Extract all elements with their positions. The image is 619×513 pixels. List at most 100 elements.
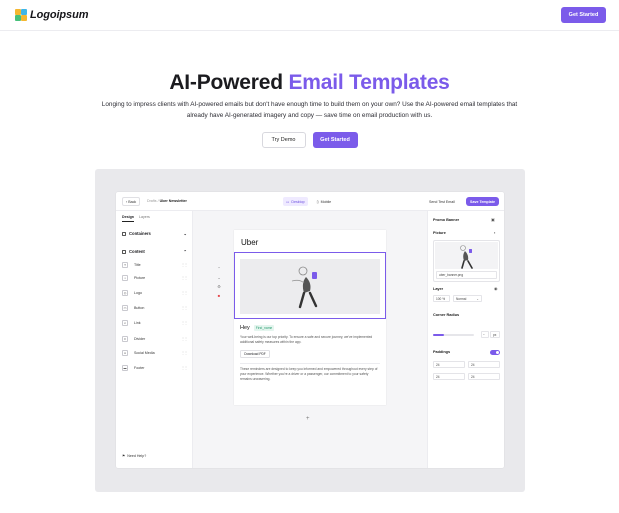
containers-icon	[122, 231, 126, 236]
content-item-label: Footer	[134, 365, 145, 370]
tab-layers[interactable]: Layers	[139, 215, 150, 222]
download-pdf-button[interactable]: Download PDF	[240, 350, 270, 358]
opacity-unit: %	[442, 296, 446, 301]
chevron-down-icon: ⌄	[183, 231, 187, 236]
corner-radius-field[interactable]: px	[490, 331, 500, 338]
flag-icon: ⚑	[122, 454, 126, 458]
hero-title-part2: Email Templates	[288, 71, 450, 94]
panel-title: Promo Banner	[433, 218, 460, 222]
chevron-down-icon: ⌄	[476, 296, 479, 301]
drag-handle-icon[interactable]: ⋮⋮	[181, 320, 188, 325]
back-label: Back	[128, 199, 137, 204]
content-item-label: Button	[134, 305, 145, 310]
content-item-footer[interactable]: ▬ Footer ⋮⋮	[122, 361, 188, 374]
thumbnail-illustration	[460, 245, 473, 269]
breadcrumb-current: Uber Newsletter	[159, 199, 187, 203]
corner-radius-decrement[interactable]: −	[481, 331, 489, 338]
visibility-icon[interactable]: ◉	[494, 286, 498, 291]
desktop-icon: ▭	[286, 199, 290, 204]
device-mobile-button[interactable]: ▯ Mobile	[314, 197, 335, 206]
add-block-icon[interactable]: +	[306, 416, 310, 422]
collapse-panel-icon[interactable]: ▣	[491, 217, 495, 222]
email-divider	[240, 363, 380, 364]
email-footer-text[interactable]: These reminders are designed to keep you…	[240, 367, 380, 381]
hero-title-part1: AI-Powered	[169, 71, 283, 94]
padding-top-field[interactable]: 24	[433, 361, 465, 368]
blend-mode-value: Normal	[456, 296, 467, 301]
header-get-started-button[interactable]: Get Started	[561, 7, 606, 23]
content-item-title[interactable]: T Title ⋮⋮	[122, 258, 188, 271]
picture-icon: ▪	[122, 274, 128, 281]
divider-icon: ≡	[122, 335, 128, 342]
hero-get-started-button[interactable]: Get Started	[312, 132, 358, 148]
padding-top-value: 24	[436, 362, 440, 367]
block-toolbar: ⌃ ⌄ ⚙ ■	[215, 267, 223, 298]
need-help-link[interactable]: ⚑ Need Help?	[122, 454, 146, 458]
content-item-link[interactable]: ∞ Link ⋮⋮	[122, 316, 188, 329]
content-item-picture[interactable]: ▪ Picture ⋮⋮	[122, 271, 188, 284]
corner-radius-slider[interactable]	[433, 334, 474, 336]
breadcrumb-parent[interactable]: Drafts /	[147, 199, 159, 203]
content-item-label: Logo	[134, 290, 142, 295]
corner-radius-slider-fill	[433, 334, 444, 336]
content-item-label: Title	[134, 262, 141, 267]
save-template-button[interactable]: Save Template	[466, 197, 499, 206]
greeting-text[interactable]: Hey	[240, 325, 250, 331]
drag-handle-icon[interactable]: ⋮⋮	[181, 290, 188, 295]
content-section-header[interactable]: Content ⌃	[122, 249, 187, 254]
title-icon: T	[122, 261, 128, 268]
tab-design[interactable]: Design	[122, 215, 134, 222]
content-label: Content	[129, 249, 145, 254]
content-item-social-media[interactable]: ♦ Social Media ⋮⋮	[122, 346, 188, 359]
delete-icon[interactable]: ■	[218, 294, 220, 298]
drag-handle-icon[interactable]: ⋮⋮	[181, 305, 188, 310]
corner-radius-label: Corner Radius	[433, 313, 460, 317]
drag-handle-icon[interactable]: ⋮⋮	[181, 262, 188, 267]
trash-icon[interactable]: ▪	[494, 230, 495, 235]
content-item-button[interactable]: ▭ Button ⋮⋮	[122, 301, 188, 314]
email-canvas: ⌃ ⌄ ⚙ ■ Uber Hey First_name Your well-be…	[193, 211, 427, 468]
email-body-text[interactable]: Your well-being is our top priority. To …	[240, 335, 380, 345]
padding-left-field[interactable]: 24	[468, 373, 500, 380]
content-item-logo[interactable]: ◎ Logo ⋮⋮	[122, 286, 188, 299]
try-demo-button[interactable]: Try Demo	[261, 132, 306, 148]
drag-handle-icon[interactable]: ⋮⋮	[181, 365, 188, 370]
send-test-email-button[interactable]: Send Test Email	[426, 197, 458, 206]
promo-banner-block[interactable]	[234, 252, 386, 319]
paddings-toggle[interactable]	[490, 350, 500, 355]
minus-icon: −	[483, 332, 485, 337]
first-name-tag[interactable]: First_name	[253, 325, 275, 331]
link-icon: ∞	[122, 319, 128, 326]
device-desktop-button[interactable]: ▭ Desktop	[283, 197, 308, 206]
banner-illustration	[291, 266, 318, 309]
padding-left-value: 24	[471, 374, 475, 379]
email-template: Uber Hey First_name Your well-being is o…	[234, 230, 386, 405]
drag-handle-icon[interactable]: ⋮⋮	[181, 350, 188, 355]
containers-section-header[interactable]: Containers ⌄	[122, 231, 187, 236]
blend-mode-select[interactable]: Normal ⌄	[453, 295, 482, 302]
email-brand-title[interactable]: Uber	[241, 238, 258, 247]
move-up-icon[interactable]: ⌃	[217, 267, 220, 271]
drag-handle-icon[interactable]: ⋮⋮	[181, 275, 188, 280]
content-item-label: Social Media	[134, 350, 155, 355]
content-item-label: Divider	[134, 336, 146, 341]
drag-handle-icon[interactable]: ⋮⋮	[181, 336, 188, 341]
corner-radius-unit: px	[493, 332, 497, 337]
device-switcher: ▭ Desktop ▯ Mobile	[283, 197, 334, 206]
back-button[interactable]: ‹ Back	[122, 197, 141, 206]
padding-bottom-field[interactable]: 24	[433, 373, 465, 380]
chevron-left-icon: ‹	[126, 199, 128, 204]
opacity-field[interactable]: 100 %	[433, 295, 450, 302]
picture-preview[interactable]: uber_banner.png	[433, 240, 500, 282]
padding-right-field[interactable]: 24	[468, 361, 500, 368]
settings-icon[interactable]: ⚙	[217, 285, 221, 289]
layer-section-label: Layer	[433, 287, 444, 291]
picture-section-label: Picture	[433, 231, 446, 235]
padding-bottom-value: 24	[436, 374, 440, 379]
move-down-icon[interactable]: ⌄	[217, 276, 220, 280]
logo[interactable]: Logoipsum	[15, 9, 88, 21]
left-panel-tabs: Design Layers	[122, 215, 150, 222]
editor-window: ‹ Back Drafts / Uber Newsletter ▭ Deskto…	[116, 192, 504, 468]
content-item-divider[interactable]: ≡ Divider ⋮⋮	[122, 332, 188, 345]
hero-title: AI-Powered Email Templates	[0, 71, 619, 95]
